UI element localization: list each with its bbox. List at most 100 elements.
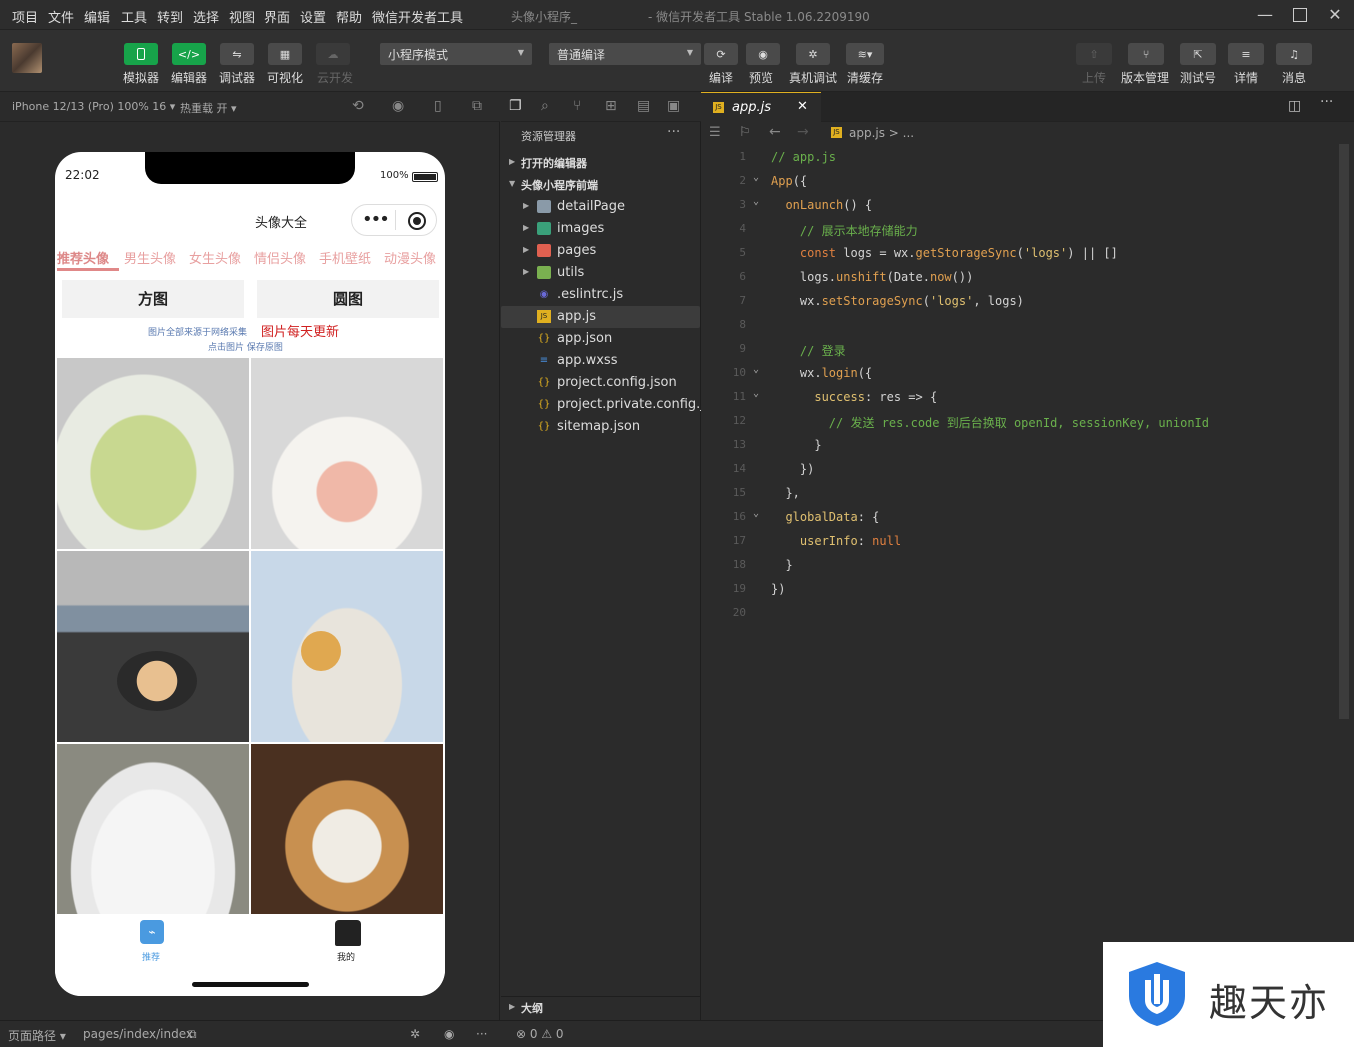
avatar-image[interactable] — [57, 744, 249, 914]
code-line[interactable]: wx.login({ — [771, 366, 872, 380]
extensions-icon[interactable]: ⊞ — [605, 98, 617, 114]
problems-indicator[interactable]: ⊗ 0 ⚠ 0 — [516, 1027, 564, 1041]
code-line[interactable]: } — [771, 438, 821, 452]
search-icon[interactable]: ⌕ — [541, 98, 549, 114]
file-item[interactable]: {} app.json — [501, 328, 700, 350]
maximize-icon[interactable] — [1291, 6, 1309, 24]
menu-settings[interactable]: 设置 — [300, 7, 326, 26]
more-icon[interactable]: ··· — [1320, 94, 1333, 110]
menu-wechat-devtools[interactable]: 微信开发者工具 — [372, 7, 463, 26]
eye-icon[interactable]: ◉ — [444, 1027, 454, 1041]
menu-interface[interactable]: 界面 — [264, 7, 290, 26]
category-tab-recommend[interactable]: 推荐头像 — [57, 248, 109, 267]
popout-icon[interactable]: ⧉ — [472, 98, 482, 114]
project-section[interactable]: ▼ 头像小程序前端 — [501, 174, 700, 196]
version-button[interactable]: ⑂ — [1128, 43, 1164, 65]
phone-icon[interactable]: ▯ — [434, 98, 442, 114]
capsule-menu[interactable]: ••• — [351, 204, 437, 236]
device-select[interactable]: iPhone 12/13 (Pro) 100% 16 ▾ — [12, 100, 175, 113]
fold-chevron-icon[interactable]: ⌄ — [753, 364, 759, 375]
preview-button[interactable]: ◉ — [746, 43, 780, 65]
code-line[interactable]: success: res => { — [771, 390, 937, 404]
menu-project[interactable]: 项目 — [12, 7, 38, 26]
menu-tools[interactable]: 工具 — [121, 7, 147, 26]
file-item[interactable]: ◉ .eslintrc.js — [501, 284, 700, 306]
code-line[interactable]: logs.unshift(Date.now()) — [771, 270, 973, 284]
folder-item[interactable]: ▶ detailPage — [501, 196, 700, 218]
editor-button[interactable]: </> — [172, 43, 206, 65]
avatar-image[interactable] — [251, 744, 443, 914]
code-line[interactable]: } — [771, 558, 792, 572]
file-item[interactable]: JS app.js — [501, 306, 700, 328]
avatar-image[interactable] — [251, 551, 443, 742]
code-line[interactable]: }) — [771, 462, 814, 476]
menu-edit[interactable]: 编辑 — [84, 7, 110, 26]
code-line[interactable]: // 登录 — [771, 342, 846, 359]
chart-icon[interactable]: ⌁ — [140, 920, 164, 944]
visual-button[interactable]: ▦ — [268, 43, 302, 65]
file-item[interactable]: {} sitemap.json — [501, 416, 700, 438]
bookmark-icon[interactable]: ⚐ — [739, 125, 751, 140]
tab-mine[interactable]: 我的 — [337, 950, 355, 963]
forward-icon[interactable]: → — [797, 124, 809, 140]
category-tab-couple[interactable]: 情侣头像 — [254, 248, 306, 267]
record-icon[interactable]: ◉ — [392, 98, 404, 114]
code-line[interactable]: const logs = wx.getStorageSync('logs') |… — [771, 246, 1118, 260]
docker-icon[interactable]: ▣ — [667, 98, 680, 114]
cloud-button[interactable]: ☁ — [316, 43, 350, 65]
folder-item[interactable]: ▶ images — [501, 218, 700, 240]
menu-goto[interactable]: 转到 — [157, 7, 183, 26]
messages-button[interactable]: ♫ — [1276, 43, 1312, 65]
close-window-icon[interactable]: ✕ — [1326, 6, 1344, 24]
avatar-image[interactable] — [57, 551, 249, 742]
copy-icon[interactable]: ⧉ — [188, 1027, 197, 1042]
code-editor[interactable]: 1 // app.js 2 ⌄ App({3 ⌄ onLaunch() {4 // 展示本… — [701, 144, 1354, 1020]
file-item[interactable]: {} project.config.json — [501, 372, 700, 394]
details-button[interactable]: ≡ — [1228, 43, 1264, 65]
tab-recommend[interactable]: 推荐 — [142, 950, 160, 963]
menu-help[interactable]: 帮助 — [336, 7, 362, 26]
bug-icon[interactable]: ✲ — [410, 1027, 420, 1041]
folder-item[interactable]: ▶ pages — [501, 240, 700, 262]
menu-view[interactable]: 视图 — [229, 7, 255, 26]
open-editors-section[interactable]: ▶ 打开的编辑器 — [501, 152, 700, 174]
hot-reload-toggle[interactable]: 热重载 开 ▾ — [180, 100, 237, 116]
folder-item[interactable]: ▶ utils — [501, 262, 700, 284]
code-line[interactable]: // app.js — [771, 150, 836, 164]
page-path-select[interactable]: 页面路径 ▾ — [8, 1027, 66, 1044]
shirt-icon[interactable] — [335, 920, 361, 946]
category-tab-male[interactable]: 男生头像 — [124, 248, 176, 267]
code-line[interactable]: onLaunch() { — [771, 198, 872, 212]
category-tab-female[interactable]: 女生头像 — [189, 248, 241, 267]
remote-debug-button[interactable]: ✲ — [796, 43, 830, 65]
fold-chevron-icon[interactable]: ⌄ — [753, 388, 759, 399]
outline-section[interactable]: ▶ 大纲 — [501, 996, 700, 1018]
scrollbar[interactable] — [1339, 144, 1349, 719]
file-item[interactable]: {} project.private.config.js... — [501, 394, 723, 416]
code-line[interactable]: // 展示本地存储能力 — [771, 222, 918, 239]
mode-select[interactable]: 小程序模式 ▼ — [380, 43, 532, 65]
files-icon[interactable]: ❐ — [509, 98, 522, 114]
tab-app-js[interactable]: JS app.js ✕ — [701, 92, 821, 122]
code-line[interactable]: globalData: { — [771, 510, 879, 524]
list-icon[interactable]: ☰ — [709, 125, 721, 140]
compile-select[interactable]: 普通编译 ▼ — [549, 43, 701, 65]
code-line[interactable]: }) — [771, 582, 785, 596]
back-icon[interactable]: ← — [769, 124, 781, 140]
avatar-image[interactable] — [57, 358, 249, 549]
more-icon[interactable]: ··· — [667, 124, 680, 140]
square-image-button[interactable]: 方图 — [62, 280, 244, 318]
file-item[interactable]: ≡ app.wxss — [501, 350, 700, 372]
git-icon[interactable]: ⑂ — [573, 98, 581, 114]
category-tab-wallpaper[interactable]: 手机壁纸 — [319, 248, 371, 267]
rotate-icon[interactable]: ⟲ — [352, 98, 364, 114]
compile-button[interactable]: ⟳ — [704, 43, 738, 65]
close-tab-icon[interactable]: ✕ — [797, 99, 808, 114]
close-miniprogram-icon[interactable] — [408, 212, 426, 230]
category-tab-anime[interactable]: 动漫头像 — [384, 248, 436, 267]
code-line[interactable]: }, — [771, 486, 799, 500]
more-icon[interactable]: ••• — [362, 209, 390, 230]
code-line[interactable]: userInfo: null — [771, 534, 901, 548]
fold-chevron-icon[interactable]: ⌄ — [753, 196, 759, 207]
avatar[interactable] — [12, 43, 42, 73]
